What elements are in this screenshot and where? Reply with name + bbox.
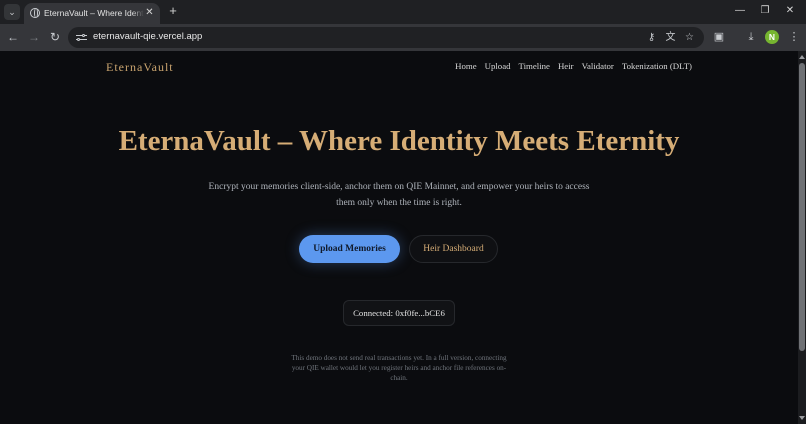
scroll-down-icon[interactable] <box>799 416 805 420</box>
download-icon[interactable]: ⤓ <box>744 30 758 44</box>
nav-tokenization[interactable]: Tokenization (DLT) <box>622 61 692 71</box>
key-icon[interactable]: ⚷ <box>645 31 658 44</box>
heir-dashboard-button[interactable]: Heir Dashboard <box>409 235 498 263</box>
minimize-icon[interactable]: — <box>732 4 748 18</box>
plus-icon[interactable]: + <box>166 4 180 18</box>
page-scrollbar[interactable] <box>798 51 806 424</box>
url-text[interactable]: eternavault-qie.vercel.app <box>93 31 202 42</box>
tab-title: EternaVault – Where Identity Meets Etern… <box>44 8 144 18</box>
scrollbar-thumb[interactable] <box>799 63 805 351</box>
address-bar[interactable]: eternavault-qie.vercel.app ⚷ 文 ☆ <box>68 27 704 48</box>
chevron-down-icon[interactable]: ⌄ <box>4 4 20 20</box>
site-header: EternaVault Home Upload Timeline Heir Va… <box>0 51 798 81</box>
brand-logo[interactable]: EternaVault <box>106 60 174 75</box>
globe-icon <box>30 8 40 18</box>
browser-toolbar: ← → ↻ eternavault-qie.vercel.app ⚷ 文 ☆ ▣… <box>0 24 806 51</box>
star-icon[interactable]: ☆ <box>683 31 696 44</box>
kebab-menu-icon[interactable]: ⋮ <box>787 30 801 44</box>
reload-icon[interactable]: ↻ <box>48 30 62 44</box>
browser-tab-strip: ⌄ EternaVault – Where Identity Meets Ete… <box>0 0 806 24</box>
nav-timeline[interactable]: Timeline <box>519 61 550 71</box>
back-arrow-icon[interactable]: ← <box>6 30 20 44</box>
nav-home[interactable]: Home <box>455 61 477 71</box>
upload-memories-button[interactable]: Upload Memories <box>299 235 400 263</box>
hero-subtitle: Encrypt your memories client-side, ancho… <box>208 182 590 208</box>
translate-icon[interactable]: 文 <box>664 31 677 44</box>
site-nav: Home Upload Timeline Heir Validator Toke… <box>455 61 692 71</box>
tune-icon[interactable] <box>76 32 87 43</box>
window-close-icon[interactable]: ✕ <box>782 4 798 18</box>
nav-upload[interactable]: Upload <box>485 61 511 71</box>
avatar[interactable]: N <box>765 30 779 44</box>
forward-arrow-icon[interactable]: → <box>27 30 41 44</box>
browser-tab[interactable]: EternaVault – Where Identity Meets Etern… <box>24 3 160 24</box>
close-icon[interactable]: ✕ <box>144 7 155 18</box>
hero-title: EternaVault – Where Identity Meets Etern… <box>118 125 680 157</box>
nav-heir[interactable]: Heir <box>558 61 574 71</box>
scroll-up-icon[interactable] <box>799 55 805 59</box>
demo-disclaimer: This demo does not send real transaction… <box>291 354 507 382</box>
wallet-status-badge: Connected: 0xf0fe...bCE6 <box>343 300 455 326</box>
page-viewport: EternaVault Home Upload Timeline Heir Va… <box>0 51 798 424</box>
puzzle-icon[interactable]: ▣ <box>712 30 726 44</box>
nav-validator[interactable]: Validator <box>582 61 614 71</box>
restore-icon[interactable]: ❐ <box>757 4 773 18</box>
